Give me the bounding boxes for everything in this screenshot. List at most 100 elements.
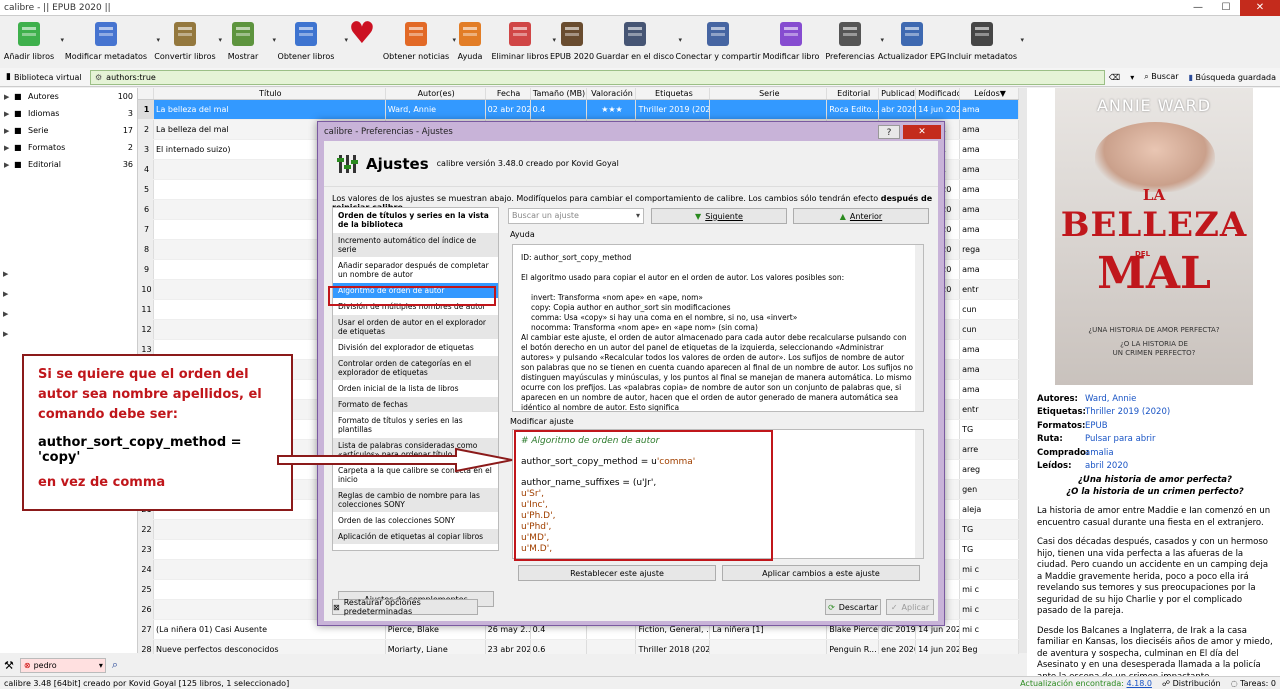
expand-arrow[interactable]: ▶ [3, 330, 8, 350]
expand-arrow[interactable]: ▶ [4, 144, 14, 152]
column-header[interactable]: Serie [710, 88, 828, 99]
tag-category[interactable]: ▶ ■ Serie 17 [0, 122, 137, 139]
maximize-button[interactable]: ☐ [1212, 2, 1240, 13]
column-header[interactable]: Leídos▼ [960, 88, 1019, 99]
tweak-search-input[interactable]: Buscar un ajuste ▾ [508, 208, 644, 224]
tweak-list-item[interactable]: Orden de las colecciones SONY [333, 513, 498, 529]
column-header[interactable]: Autor(es) [386, 88, 486, 99]
toolbar-button[interactable]: Obtener libros ▾ [270, 16, 348, 68]
tweak-list-item[interactable]: Incremento automático del índice de seri… [333, 233, 498, 258]
toolbar-button[interactable]: Obtener noticias ▾ [382, 16, 456, 68]
expand-arrow[interactable]: ▶ [3, 270, 8, 290]
toolbar-button[interactable]: Añadir libros ▾ [0, 16, 64, 68]
toolbar-button[interactable]: Incluir metadatos ▾ [946, 16, 1024, 68]
column-header[interactable]: Fecha [486, 88, 531, 99]
saved-search-button[interactable]: ▮ Búsqueda guardada [1189, 73, 1276, 82]
jobs-button[interactable]: ◌ Tareas: 0 [1231, 679, 1276, 688]
toolbar-button[interactable]: Guardar en el disco ▾ [594, 16, 682, 68]
metadata-value[interactable]: Thriller 2019 (2020) [1085, 407, 1170, 417]
toolbar-button[interactable]: Preferencias ▾ [822, 16, 884, 68]
chevron-down-icon[interactable]: ▾ [1020, 36, 1024, 44]
distribution-button[interactable]: ☍ Distribución [1162, 679, 1221, 688]
toolbar-button[interactable]: Ayuda [450, 16, 490, 68]
tag-category[interactable]: ▶ ■ Formatos 2 [0, 139, 137, 156]
reset-tweak-button[interactable]: Restablecer este ajuste [518, 565, 716, 581]
metadata-value[interactable]: EPUB [1085, 421, 1108, 431]
column-header[interactable]: Editorial [827, 88, 880, 99]
tweak-list-item[interactable]: Orden inicial de la lista de libros [333, 381, 498, 397]
toolbar-button[interactable]: Modificar metadatos ▾ [58, 16, 160, 68]
expand-arrow[interactable]: ▶ [4, 93, 14, 101]
update-version-link[interactable]: 4.18.0 [1127, 679, 1152, 688]
toolbar-button[interactable]: Convertir libros ▾ [154, 16, 222, 68]
dialog-help-button[interactable]: ? [878, 124, 900, 139]
tweak-list-item[interactable]: Aplicación de etiquetas al copiar libros [333, 529, 498, 545]
column-header[interactable] [138, 88, 154, 99]
next-button[interactable]: ▼ Siguiente [651, 208, 787, 224]
metadata-value[interactable]: Pulsar para abrir [1085, 434, 1156, 444]
table-cell: 24 [138, 560, 154, 579]
toolbar-button[interactable]: Modificar libro [760, 16, 822, 68]
clear-search-icon[interactable]: ⌫ [1109, 73, 1120, 82]
expand-arrow[interactable]: ▶ [4, 127, 14, 135]
expand-arrow[interactable]: ▶ [3, 310, 8, 330]
apply-button[interactable]: ✓ Aplicar [886, 599, 934, 615]
search-history-dropdown[interactable]: ▾ [1130, 73, 1134, 82]
table-cell: 3 [138, 140, 154, 159]
dialog-version: calibre versión 3.48.0 creado por Kovid … [436, 159, 619, 168]
tweak-list-item[interactable]: Formato de fechas [333, 397, 498, 413]
tweak-list-item[interactable]: Orden de títulos y series en la vista de… [333, 208, 498, 233]
book-cover[interactable]: ANNIE WARD LA BELLEZA MAL DEL ¿UNA HISTO… [1055, 88, 1253, 385]
table-row[interactable]: 1La belleza del malWard, Annie02 abr 202… [138, 100, 1019, 120]
minimize-button[interactable]: — [1184, 2, 1212, 13]
column-header[interactable]: Etiquetas [636, 88, 711, 99]
column-header[interactable]: Modificado [916, 88, 961, 99]
tag-search-input[interactable]: ⊗ pedro ▾ [19, 657, 106, 673]
previous-button[interactable]: ▲ Anterior [793, 208, 929, 224]
tweak-list-item[interactable]: Controlar orden de categorías en el expl… [333, 356, 498, 381]
toolbar-button[interactable]: ♥ [342, 16, 382, 68]
toolbar-button[interactable]: Conectar y compartir [675, 16, 761, 68]
tools-icon[interactable]: ⚒ [4, 659, 14, 672]
toolbar-button[interactable]: Mostrar ▾ [216, 16, 276, 68]
metadata-value[interactable]: Ward, Annie [1085, 394, 1136, 404]
column-header[interactable]: Publicado [879, 88, 917, 99]
column-header[interactable]: Valoración [587, 88, 637, 99]
discard-button[interactable]: ⟳ Descartar [825, 599, 881, 615]
dialog-close-button[interactable]: ✕ [903, 124, 941, 139]
column-header[interactable]: Título [154, 88, 386, 99]
search-button[interactable]: ⌕ Buscar [1144, 72, 1178, 82]
toolbar-button[interactable]: Actualizador EPG [878, 16, 946, 68]
tweak-list-item[interactable]: Añadir separador después de completar un… [333, 258, 498, 283]
metadata-value[interactable]: amalia [1085, 448, 1114, 458]
help-scrollbar[interactable] [915, 245, 923, 411]
help-text-box[interactable]: ID: author_sort_copy_method El algoritmo… [512, 244, 924, 412]
virtual-library-button[interactable]: ▮ Biblioteca virtual [0, 72, 90, 82]
dropdown-icon[interactable]: ▾ [99, 661, 103, 670]
column-header[interactable]: Tamaño (MB) [531, 88, 587, 99]
help-option: invert: Transforma «nom ape» en «ape, no… [531, 293, 703, 302]
toolbar-button[interactable]: EPUB 2020 [550, 16, 594, 68]
expand-arrow[interactable]: ▶ [4, 110, 14, 118]
find-icon[interactable]: ⌕ [112, 658, 118, 672]
tag-category[interactable]: ▶ ■ Editorial 36 [0, 156, 137, 173]
tag-category[interactable]: ▶ ■ Autores 100 [0, 88, 137, 105]
toolbar-button[interactable]: Eliminar libros ▾ [490, 16, 556, 68]
tag-category[interactable]: ▶ ■ Idiomas 3 [0, 105, 137, 122]
tweak-list-item[interactable]: Formato de títulos y series en las plant… [333, 413, 498, 438]
tweak-list-item[interactable]: Reglas de cambio de nombre para las cole… [333, 488, 498, 513]
apply-tweak-button[interactable]: Aplicar cambios a este ajuste [722, 565, 920, 581]
editor-scrollbar[interactable] [915, 430, 923, 558]
clear-icon[interactable]: ⊗ [24, 661, 31, 670]
close-button[interactable]: ✕ [1240, 0, 1280, 16]
expand-arrow[interactable]: ▶ [3, 290, 8, 310]
restore-defaults-button[interactable]: ⊠ Restaurar opciones predeterminadas [332, 598, 478, 616]
search-input[interactable]: ⚙ authors:true [90, 69, 1105, 85]
tweak-list-item[interactable]: Usar el orden de autor en el explorador … [333, 315, 498, 340]
metadata-value[interactable]: abril 2020 [1085, 461, 1128, 471]
tag-name: Autores [28, 92, 59, 101]
expand-arrow[interactable]: ▶ [4, 161, 14, 169]
tweak-list-item[interactable]: División del explorador de etiquetas [333, 340, 498, 356]
splitter[interactable] [1019, 88, 1027, 653]
chevron-down-icon[interactable]: ▾ [636, 209, 640, 223]
